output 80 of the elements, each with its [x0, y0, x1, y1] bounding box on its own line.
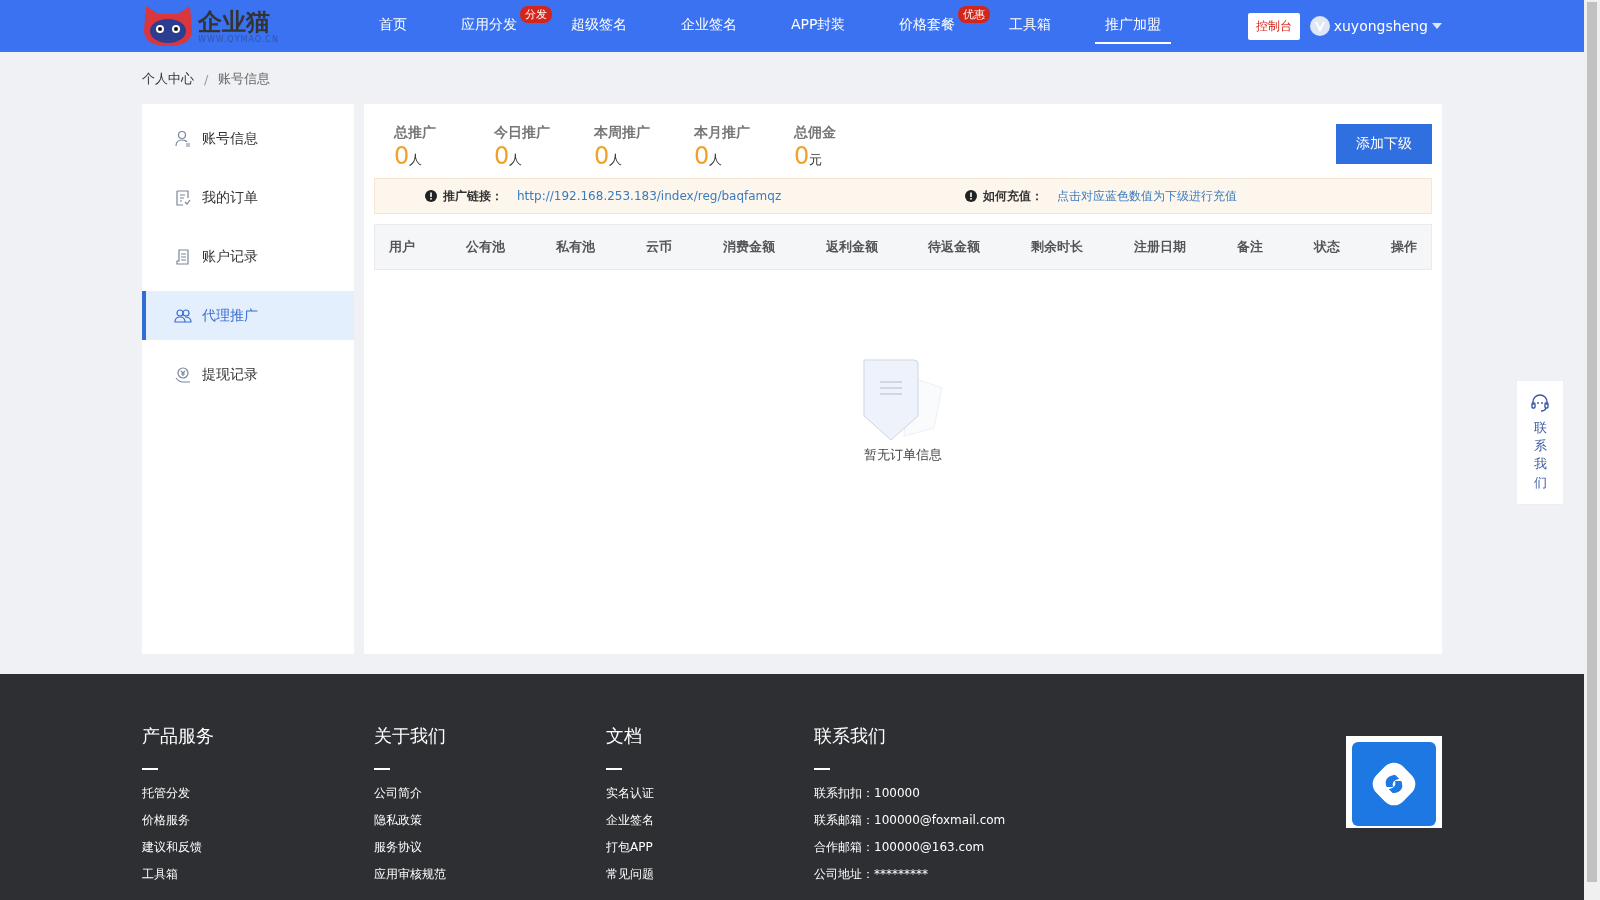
- document-icon: [174, 247, 192, 266]
- stat-label: 总推广: [394, 124, 437, 142]
- footer-heading: 文档: [606, 724, 643, 748]
- avatar-icon[interactable]: [1309, 16, 1330, 36]
- column-header: 备注: [1237, 238, 1264, 256]
- contact-float-panel[interactable]: 联系我们: [1516, 380, 1564, 505]
- sidebar-item[interactable]: 代理推广: [142, 291, 354, 340]
- stat-value: 0人: [694, 142, 724, 170]
- stat-value: 0元: [794, 142, 824, 170]
- people-icon: [174, 306, 192, 325]
- caret-icon[interactable]: [1432, 23, 1442, 29]
- notice-link[interactable]: http://192.168.253.183/index/reg/baqfamqz: [517, 189, 782, 203]
- breadcrumb-link[interactable]: 账号信息: [218, 70, 271, 88]
- nav-link[interactable]: APP封装: [781, 8, 856, 44]
- nav-badge: 优惠: [958, 6, 991, 23]
- footer-link[interactable]: 公司地址：*********: [814, 861, 1314, 888]
- username[interactable]: xuyongsheng: [1333, 18, 1428, 34]
- stat-value: 0人: [494, 142, 524, 170]
- headset-icon: [1530, 393, 1550, 413]
- nav-link[interactable]: 首页: [369, 8, 417, 44]
- exclamation-icon: [425, 190, 437, 202]
- empty-message: 暂无订单信息: [864, 446, 942, 464]
- column-header: 公有池: [465, 238, 505, 256]
- nav-link[interactable]: 工具箱: [999, 8, 1062, 44]
- sidebar-item[interactable]: 账号信息: [142, 114, 354, 163]
- logo-url: WWW.QYMAO.CN: [198, 34, 279, 44]
- footer-heading: 联系我们: [814, 724, 887, 748]
- stat-label: 总佣金: [794, 124, 837, 142]
- footer-link[interactable]: 托管分发: [142, 780, 374, 807]
- sidebar-item[interactable]: 我的订单: [142, 173, 354, 222]
- footer-link[interactable]: 服务协议: [374, 834, 606, 861]
- footer-link[interactable]: 合作邮箱：100000@163.com: [814, 834, 1314, 861]
- add-subordinate-button[interactable]: 添加下级: [1336, 124, 1432, 164]
- column-header: 用户: [389, 238, 415, 256]
- footer-link[interactable]: 应用审核规范: [374, 861, 606, 888]
- footer-link[interactable]: 企业签名: [606, 807, 814, 834]
- column-header: 私有池: [555, 238, 595, 256]
- footer-link[interactable]: 实名认证: [606, 780, 814, 807]
- footer-heading: 产品服务: [142, 724, 215, 748]
- console-button[interactable]: 控制台: [1247, 12, 1300, 40]
- person-icon: [174, 129, 192, 148]
- notice-label: 推广链接：: [443, 187, 503, 205]
- column-header: 云币: [645, 238, 672, 256]
- cat-face-logo-icon[interactable]: [142, 4, 194, 48]
- sidebar-item[interactable]: 账户记录: [142, 232, 354, 281]
- nav-link[interactable]: 超级签名: [561, 8, 637, 44]
- column-header: 状态: [1314, 238, 1341, 256]
- notice-link[interactable]: 点击对应蓝色数值为下级进行充值: [1057, 187, 1237, 205]
- footer-link[interactable]: 打包APP: [606, 834, 814, 861]
- column-header: 注册日期: [1134, 238, 1187, 256]
- contact-us-label[interactable]: 联系我们: [1533, 419, 1547, 492]
- column-header: 操作: [1390, 238, 1417, 256]
- stat-label: 本月推广: [694, 124, 751, 142]
- stat-value: 0人: [594, 142, 624, 170]
- footer-link[interactable]: 价格服务: [142, 807, 374, 834]
- nav-badge: 分发: [520, 6, 552, 23]
- footer-link[interactable]: 联系邮箱：100000@foxmail.com: [814, 807, 1314, 834]
- nav-link[interactable]: 推广加盟: [1095, 8, 1172, 44]
- footer-heading: 关于我们: [374, 724, 447, 748]
- footer-link[interactable]: 工具箱: [142, 861, 374, 888]
- list-icon: [174, 188, 192, 207]
- column-header: 剩余时长: [1031, 238, 1084, 256]
- column-header: 返利金额: [825, 238, 878, 256]
- footer-link[interactable]: 隐私政策: [374, 807, 606, 834]
- sidebar-item[interactable]: 提现记录: [142, 350, 354, 399]
- breadcrumb-link[interactable]: 个人中心: [142, 70, 194, 88]
- stat-label: 今日推广: [494, 124, 551, 142]
- exclamation-icon: [965, 190, 977, 202]
- stat-label: 本周推广: [594, 124, 651, 142]
- notice-label: 如何充值：: [983, 187, 1043, 205]
- footer-link[interactable]: 建议和反馈: [142, 834, 374, 861]
- column-header: 待返金额: [928, 238, 981, 256]
- nav-link[interactable]: 企业签名: [671, 8, 747, 44]
- footer-link[interactable]: 常见问题: [606, 861, 814, 888]
- column-header: 消费金额: [722, 238, 775, 256]
- footer-link[interactable]: 联系扣扣：100000: [814, 780, 1314, 807]
- stat-value: 0人: [394, 142, 424, 170]
- breadcrumb-separator: /: [204, 71, 209, 87]
- coin-icon: [174, 365, 192, 384]
- footer-link[interactable]: 公司简介: [374, 780, 606, 807]
